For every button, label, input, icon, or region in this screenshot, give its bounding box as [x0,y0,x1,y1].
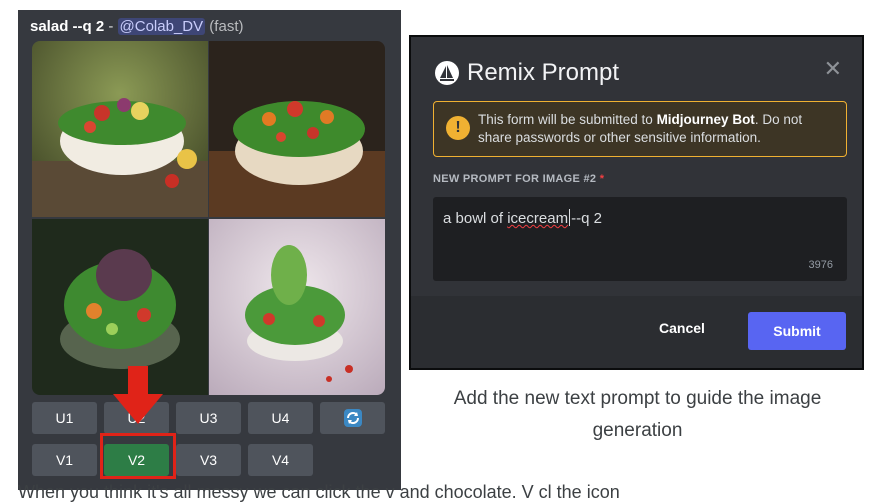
warning-banner: ! This form will be submitted to Midjour… [433,101,847,157]
exclamation-icon: ! [446,116,470,140]
close-icon[interactable]: ✕ [824,57,842,81]
prompt-textarea[interactable]: a bowl of icecream --q 2 3976 [433,197,847,281]
v2-highlight-box [100,433,176,479]
speed-label: (fast) [205,18,244,35]
message-separator: - [104,18,118,35]
midjourney-message: salad --q 2 - @Colab_DV (fast) U1 U3 U4 … [18,10,401,490]
warning-text: This form will be submitted to Midjourne… [478,112,803,145]
misspelled-word: icecream [507,210,569,227]
message-header: salad --q 2 - @Colab_DV (fast) [30,14,243,40]
u1-button[interactable]: U1 [32,402,97,434]
message-prompt: salad --q 2 [30,18,105,35]
figure-caption: Add the new text prompt to guide the ima… [453,388,822,441]
v1-button[interactable]: V1 [32,444,97,476]
v4-button[interactable]: V4 [248,444,313,476]
grid-image-2[interactable] [209,41,385,217]
cancel-button[interactable]: Cancel [659,320,705,336]
sailboat-icon [435,61,459,85]
char-counter: 3976 [808,259,833,271]
grid-image-4[interactable] [209,219,385,395]
reroll-button[interactable] [320,402,385,434]
u3-button[interactable]: U3 [176,402,241,434]
prompt-value: a bowl of icecream --q 2 [443,209,602,227]
prompt-field-label: NEW PROMPT FOR IMAGE #2 * [433,173,605,185]
text-cursor [569,209,571,226]
remix-prompt-modal: Remix Prompt ✕ ! This form will be submi… [409,35,864,370]
u4-button[interactable]: U4 [248,402,313,434]
modal-footer: Cancel Submit [411,296,862,368]
red-arrow-down-icon [113,366,163,424]
upscale-row: U1 U2 U3 U4 [32,402,385,434]
submit-button[interactable]: Submit [748,312,846,350]
image-grid[interactable] [32,41,385,395]
refresh-icon [343,409,362,427]
grid-image-1[interactable] [32,41,208,217]
user-mention[interactable]: @Colab_DV [117,18,206,35]
modal-title: Remix Prompt [467,59,620,86]
v3-button[interactable]: V3 [176,444,241,476]
bot-name: Midjourney Bot [656,112,755,127]
